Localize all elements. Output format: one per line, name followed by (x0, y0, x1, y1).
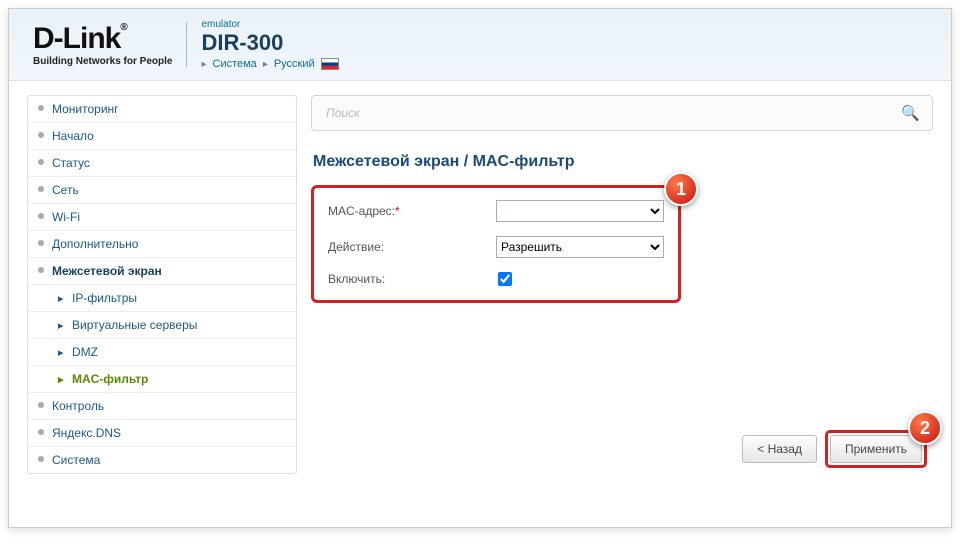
action-label: Действие: (328, 240, 496, 254)
breadcrumb-language[interactable]: Русский (274, 58, 315, 70)
page-title: Межсетевой экран / MAC-фильтр (313, 153, 933, 171)
header: D-Link® Building Networks for People emu… (9, 9, 951, 81)
sidebar-item-advanced[interactable]: Дополнительно (28, 231, 296, 258)
sidebar-item-status[interactable]: Статус (28, 150, 296, 177)
enable-label: Включить: (328, 272, 498, 286)
logo-block: D-Link® Building Networks for People (33, 22, 187, 67)
sidebar-item-wifi[interactable]: Wi-Fi (28, 204, 296, 231)
model-block: emulator DIR-300 ▸ Система ▸ Русский (201, 19, 338, 70)
annotation-callout-1: 1 (664, 172, 698, 206)
breadcrumb: ▸ Система ▸ Русский (201, 58, 338, 70)
annotation-callout-2: 2 (908, 411, 942, 445)
search-icon: 🔍 (901, 104, 920, 122)
main-panel: Поиск 🔍 Межсетевой экран / MAC-фильтр 1 … (311, 95, 933, 474)
emulator-label: emulator (201, 19, 338, 30)
sidebar-item-start[interactable]: Начало (28, 123, 296, 150)
sidebar-item-network[interactable]: Сеть (28, 177, 296, 204)
model-name: DIR-300 (201, 30, 338, 56)
back-button[interactable]: < Назад (742, 435, 817, 463)
search-input[interactable]: Поиск 🔍 (311, 95, 933, 131)
search-placeholder: Поиск (326, 106, 360, 120)
sidebar-item-virtual-servers[interactable]: ▸Виртуальные серверы (28, 312, 296, 339)
mac-address-select[interactable] (496, 200, 664, 222)
chevron-right-icon: ▸ (263, 59, 268, 70)
sidebar-item-monitoring[interactable]: Мониторинг (28, 96, 296, 123)
sidebar-item-ip-filters[interactable]: ▸IP-фильтры (28, 285, 296, 312)
enable-checkbox[interactable] (498, 272, 512, 286)
apply-highlight: 2 Применить (825, 430, 927, 468)
sidebar-item-yandex-dns[interactable]: Яндекс.DNS (28, 420, 296, 447)
sidebar-item-mac-filter[interactable]: ▸MAC-фильтр (28, 366, 296, 393)
flag-ru-icon (321, 58, 339, 70)
mac-address-label: MAC-адрес:* (328, 204, 496, 218)
sidebar-item-dmz[interactable]: ▸DMZ (28, 339, 296, 366)
breadcrumb-system[interactable]: Система (213, 58, 257, 70)
chevron-right-icon: ▸ (201, 59, 206, 70)
sidebar-item-control[interactable]: Контроль (28, 393, 296, 420)
action-select[interactable]: Разрешить (496, 236, 664, 258)
footer-buttons: < Назад 2 Применить (742, 430, 927, 468)
apply-button[interactable]: Применить (830, 435, 922, 463)
logo-tagline: Building Networks for People (33, 56, 172, 67)
sidebar-item-system[interactable]: Система (28, 447, 296, 473)
sidebar: Мониторинг Начало Статус Сеть Wi-Fi Допо… (27, 95, 297, 474)
logo: D-Link® (33, 22, 172, 56)
sidebar-item-firewall[interactable]: Межсетевой экран (28, 258, 296, 285)
mac-filter-form: 1 MAC-адрес:* Действие: Разрешить Включи… (311, 185, 681, 303)
